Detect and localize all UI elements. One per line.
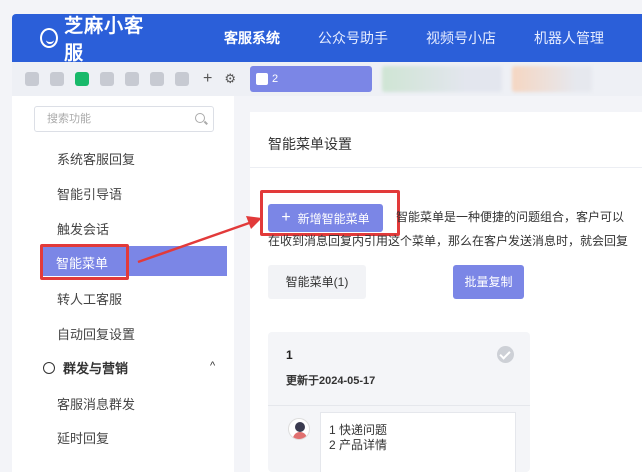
description-text: 智能菜单是一种便捷的问题组合，客户可以	[396, 210, 625, 224]
main-nav: 客服系统 公众号助手 视频号小店 机器人管理	[224, 14, 642, 62]
account-tab-active[interactable]: 2	[250, 66, 372, 92]
top-nav-bar: 芝麻小客服 客服系统 公众号助手 视频号小店 机器人管理	[12, 11, 642, 65]
account-tab-label: 2	[272, 73, 279, 85]
description-text-2: 在收到消息回复内引用这个菜单，那么在客户发送消息时，就会回复	[268, 234, 629, 248]
nav-item-video-shop[interactable]: 视频号小店	[426, 14, 496, 62]
main-content: 智能菜单设置 + 新增智能菜单 智能菜单是一种便捷的问题组合，客户可以 在收到消…	[250, 112, 642, 472]
document-icon[interactable]	[25, 72, 39, 86]
sidebar-item-delayed-reply[interactable]: 延时回复	[57, 428, 109, 447]
search-input[interactable]: 搜索功能	[34, 106, 214, 132]
page-title: 智能菜单设置	[268, 136, 352, 152]
nav-item-robot-management[interactable]: 机器人管理	[534, 14, 604, 62]
sidebar-item-smart-guide[interactable]: 智能引导语	[57, 184, 122, 203]
sidebar-item-transfer-human[interactable]: 转人工客服	[57, 289, 122, 308]
highlight-box	[260, 190, 400, 236]
nav-item-official-account[interactable]: 公众号助手	[318, 14, 388, 62]
sidebar: 搜索功能 系统客服回复 智能引导语 触发会话 智能菜单 转人工客服 自动回复设置…	[12, 96, 234, 472]
chat-bubble-icon	[40, 28, 59, 48]
account-avatar-icon	[256, 73, 268, 85]
app-logo[interactable]: 芝麻小客服	[40, 11, 152, 65]
sidebar-group-label: 群发与营销	[63, 361, 129, 376]
sidebar-item-trigger-session[interactable]: 触发会话	[57, 219, 109, 238]
wechat-app-icon[interactable]	[75, 72, 89, 86]
reply-line: 1 快递问题	[329, 423, 388, 437]
add-tab-icon[interactable]: +	[203, 70, 212, 88]
check-circle-icon[interactable]	[497, 346, 514, 363]
broadcast-icon	[43, 361, 55, 374]
account-tab-blurred[interactable]	[382, 66, 502, 92]
divider	[268, 405, 530, 406]
sidebar-item-auto-reply[interactable]: 自动回复设置	[57, 324, 135, 343]
reply-line: 2 产品详情	[329, 438, 388, 452]
menu-card[interactable]: 1 更新于2024-05-17 1 快递问题 2 产品详情	[268, 332, 530, 472]
avatar	[288, 418, 310, 440]
sidebar-item-system-reply[interactable]: 系统客服回复	[57, 149, 135, 168]
sidebar-item-mass-message[interactable]: 客服消息群发	[57, 394, 135, 413]
chat-icon[interactable]	[50, 72, 64, 86]
bulk-copy-button[interactable]: 批量复制	[453, 265, 524, 299]
gear-icon[interactable]: ⚙	[224, 71, 236, 87]
logo-text: 芝麻小客服	[64, 16, 145, 64]
reply-preview: 1 快递问题 2 产品详情	[320, 412, 516, 472]
app-tab-bar: + ⚙ 2	[12, 62, 642, 96]
globe-icon[interactable]	[175, 72, 189, 86]
asterisk-icon[interactable]	[150, 72, 164, 86]
link-icon[interactable]	[100, 72, 114, 86]
card-updated-date: 更新于2024-05-17	[286, 375, 376, 387]
chevron-up-icon[interactable]: ^	[210, 360, 215, 372]
puzzle-icon[interactable]	[125, 72, 139, 86]
sidebar-group-marketing[interactable]: 群发与营销	[43, 358, 128, 377]
nav-item-customer-service[interactable]: 客服系统	[224, 14, 280, 62]
search-icon[interactable]	[195, 113, 205, 123]
card-number: 1	[286, 348, 293, 362]
search-placeholder: 搜索功能	[47, 113, 91, 125]
tab-smart-menu-count[interactable]: 智能菜单(1)	[268, 265, 366, 299]
highlight-box	[40, 244, 129, 280]
divider	[250, 167, 642, 168]
account-tab-blurred-2[interactable]	[512, 66, 592, 92]
